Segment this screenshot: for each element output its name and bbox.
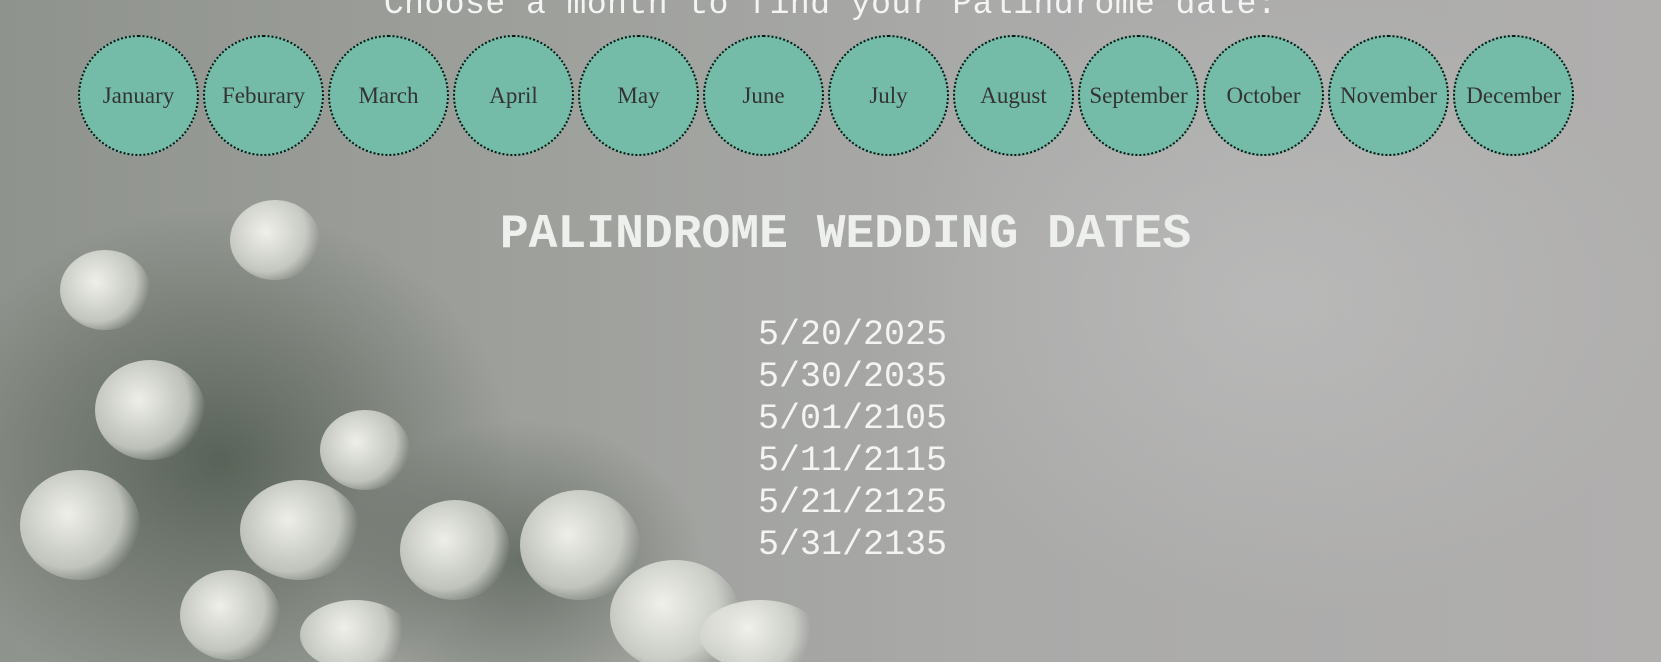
month-button-may[interactable]: May <box>578 35 699 156</box>
month-button-february[interactable]: Feburary <box>203 35 324 156</box>
month-button-september[interactable]: September <box>1078 35 1199 156</box>
palindrome-date: 5/21/2125 <box>757 483 948 523</box>
flower-blossom <box>700 600 820 662</box>
palindrome-date: 5/20/2025 <box>757 315 948 355</box>
month-button-october[interactable]: October <box>1203 35 1324 156</box>
month-button-april[interactable]: April <box>453 35 574 156</box>
month-button-january[interactable]: January <box>78 35 199 156</box>
palindrome-date: 5/31/2135 <box>757 525 948 565</box>
month-button-july[interactable]: July <box>828 35 949 156</box>
month-button-march[interactable]: March <box>328 35 449 156</box>
palindrome-date-list: 5/20/2025 5/30/2035 5/01/2105 5/11/2115 … <box>0 314 1661 566</box>
month-selector: January Feburary March April May June Ju… <box>78 35 1578 156</box>
flower-blossom <box>300 600 410 662</box>
flower-blossom <box>180 570 280 660</box>
month-prompt: Choose a month to find your Palindrome d… <box>383 0 1278 23</box>
month-button-june[interactable]: June <box>703 35 824 156</box>
page-title: PALINDROME WEDDING DATES <box>499 208 1192 262</box>
palindrome-date: 5/11/2115 <box>757 441 948 481</box>
month-button-august[interactable]: August <box>953 35 1074 156</box>
palindrome-date: 5/01/2105 <box>757 399 948 439</box>
month-button-december[interactable]: December <box>1453 35 1574 156</box>
month-button-november[interactable]: November <box>1328 35 1449 156</box>
palindrome-date: 5/30/2035 <box>757 357 948 397</box>
